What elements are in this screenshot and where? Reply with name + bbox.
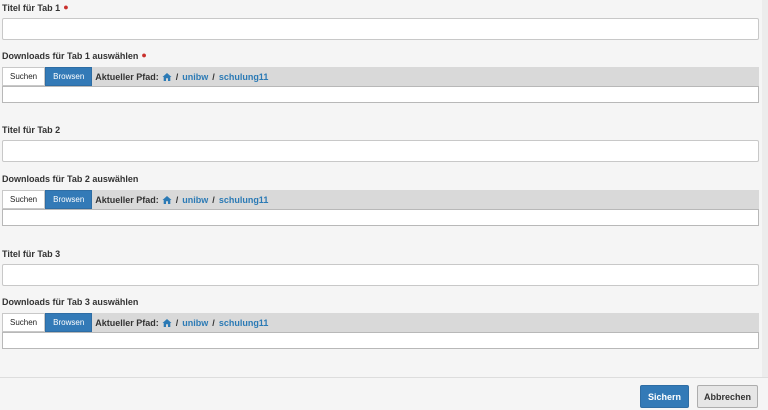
home-icon[interactable] — [162, 195, 172, 205]
required-marker: ● — [141, 50, 147, 60]
path-segment-schulung11[interactable]: schulung11 — [219, 318, 269, 328]
tab1-downloads-section: Downloads für Tab 1 auswählen ● Suchen Br… — [2, 50, 759, 103]
tab1-downloads-list[interactable] — [2, 86, 759, 103]
save-button[interactable]: Sichern — [640, 385, 689, 408]
path-segment-schulung11[interactable]: schulung11 — [219, 195, 269, 205]
tab1-download-browser-bar: Suchen Browsen Aktueller Pfad: / unibw /… — [2, 67, 759, 86]
tab3-current-path: Aktueller Pfad: / unibw / schulung11 — [95, 317, 269, 328]
tab3-browse-button[interactable]: Browsen — [45, 313, 93, 332]
tab3-download-browser-bar: Suchen Browsen Aktueller Pfad: / unibw /… — [2, 313, 759, 332]
path-label: Aktueller Pfad: — [95, 194, 159, 205]
tab2-browse-button[interactable]: Browsen — [45, 190, 93, 209]
tab3-downloads-list[interactable] — [2, 332, 759, 349]
tab2-downloads-label: Downloads für Tab 2 auswählen — [2, 174, 139, 184]
tab2-current-path: Aktueller Pfad: / unibw / schulung11 — [95, 194, 269, 205]
cancel-button[interactable]: Abbrechen — [697, 385, 758, 408]
tab3-title-input[interactable] — [2, 264, 759, 286]
tab3-downloads-label: Downloads für Tab 3 auswählen — [2, 297, 139, 307]
home-icon[interactable] — [162, 318, 172, 328]
tab2-title-input[interactable] — [2, 140, 759, 162]
tab2-downloads-list[interactable] — [2, 209, 759, 226]
path-segment-unibw[interactable]: unibw — [182, 195, 208, 205]
path-segment-unibw[interactable]: unibw — [182, 72, 208, 82]
required-marker: ● — [63, 2, 69, 12]
tab3-section: Titel für Tab 3 — [2, 248, 759, 286]
tab1-search-button[interactable]: Suchen — [2, 67, 46, 86]
tab3-search-button[interactable]: Suchen — [2, 313, 46, 332]
tab2-title-label: Titel für Tab 2 — [2, 125, 61, 135]
tab2-section: Titel für Tab 2 — [2, 124, 759, 162]
tab3-downloads-section: Downloads für Tab 3 auswählen Suchen Bro… — [2, 296, 759, 349]
scrollbar[interactable] — [762, 0, 768, 377]
tab1-browse-button[interactable]: Browsen — [45, 67, 93, 86]
footer-divider — [0, 377, 768, 378]
home-icon[interactable] — [162, 72, 172, 82]
path-label: Aktueller Pfad: — [95, 317, 159, 328]
path-segment-schulung11[interactable]: schulung11 — [219, 72, 269, 82]
tab2-download-browser-bar: Suchen Browsen Aktueller Pfad: / unibw /… — [2, 190, 759, 209]
tab1-downloads-label: Downloads für Tab 1 auswählen ● — [2, 50, 147, 61]
path-label: Aktueller Pfad: — [95, 71, 159, 82]
tab1-title-label: Titel für Tab 1 ● — [2, 2, 69, 13]
tab2-search-button[interactable]: Suchen — [2, 190, 46, 209]
tab1-current-path: Aktueller Pfad: / unibw / schulung11 — [95, 71, 269, 82]
tab3-title-label: Titel für Tab 3 — [2, 249, 61, 259]
tab1-section: Titel für Tab 1 ● — [2, 2, 759, 40]
tab1-title-input[interactable] — [2, 18, 759, 40]
tab2-downloads-section: Downloads für Tab 2 auswählen Suchen Bro… — [2, 173, 759, 226]
path-segment-unibw[interactable]: unibw — [182, 318, 208, 328]
